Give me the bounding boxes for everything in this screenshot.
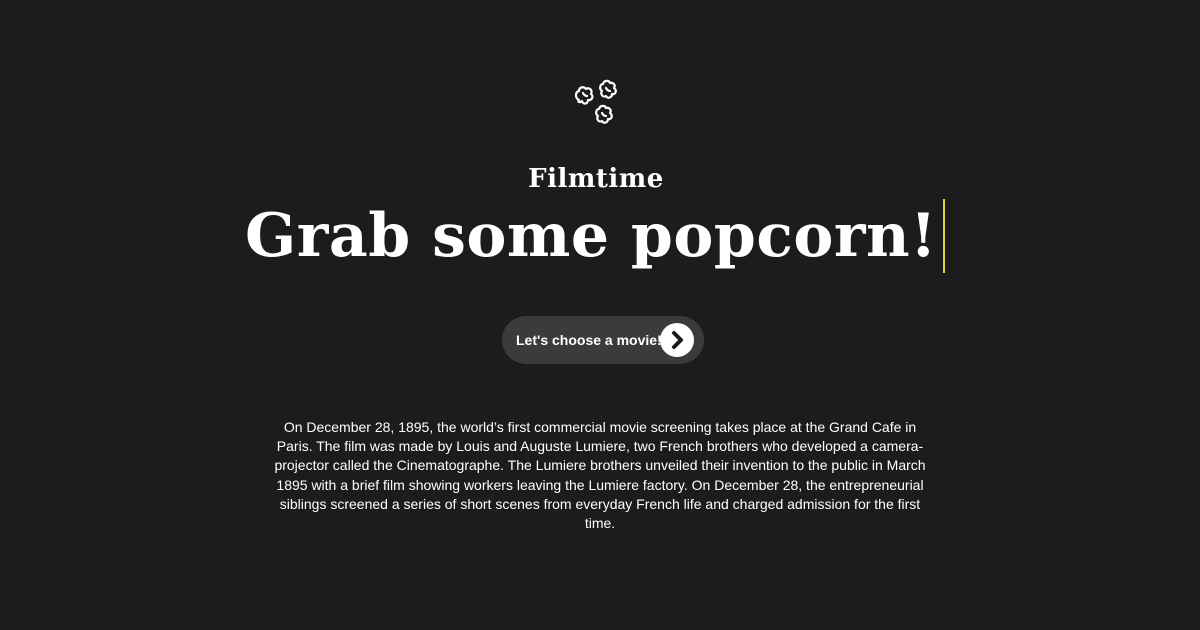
chevron-right-icon — [660, 323, 694, 357]
choose-movie-button[interactable]: Let's choose a movie! — [502, 316, 704, 364]
history-paragraph: On December 28, 1895, the world’s first … — [274, 419, 926, 532]
popcorn-icon — [574, 79, 617, 124]
hero-headline: Grab some popcorn! — [245, 201, 937, 271]
brand-name: Filmtime — [528, 164, 664, 194]
landing-page: Filmtime Grab some popcorn! Let's choose… — [0, 0, 1200, 630]
typing-cursor — [942, 199, 945, 273]
hero: Grab some popcorn! — [0, 196, 1200, 276]
choose-movie-button-label: Let's choose a movie! — [516, 332, 662, 348]
